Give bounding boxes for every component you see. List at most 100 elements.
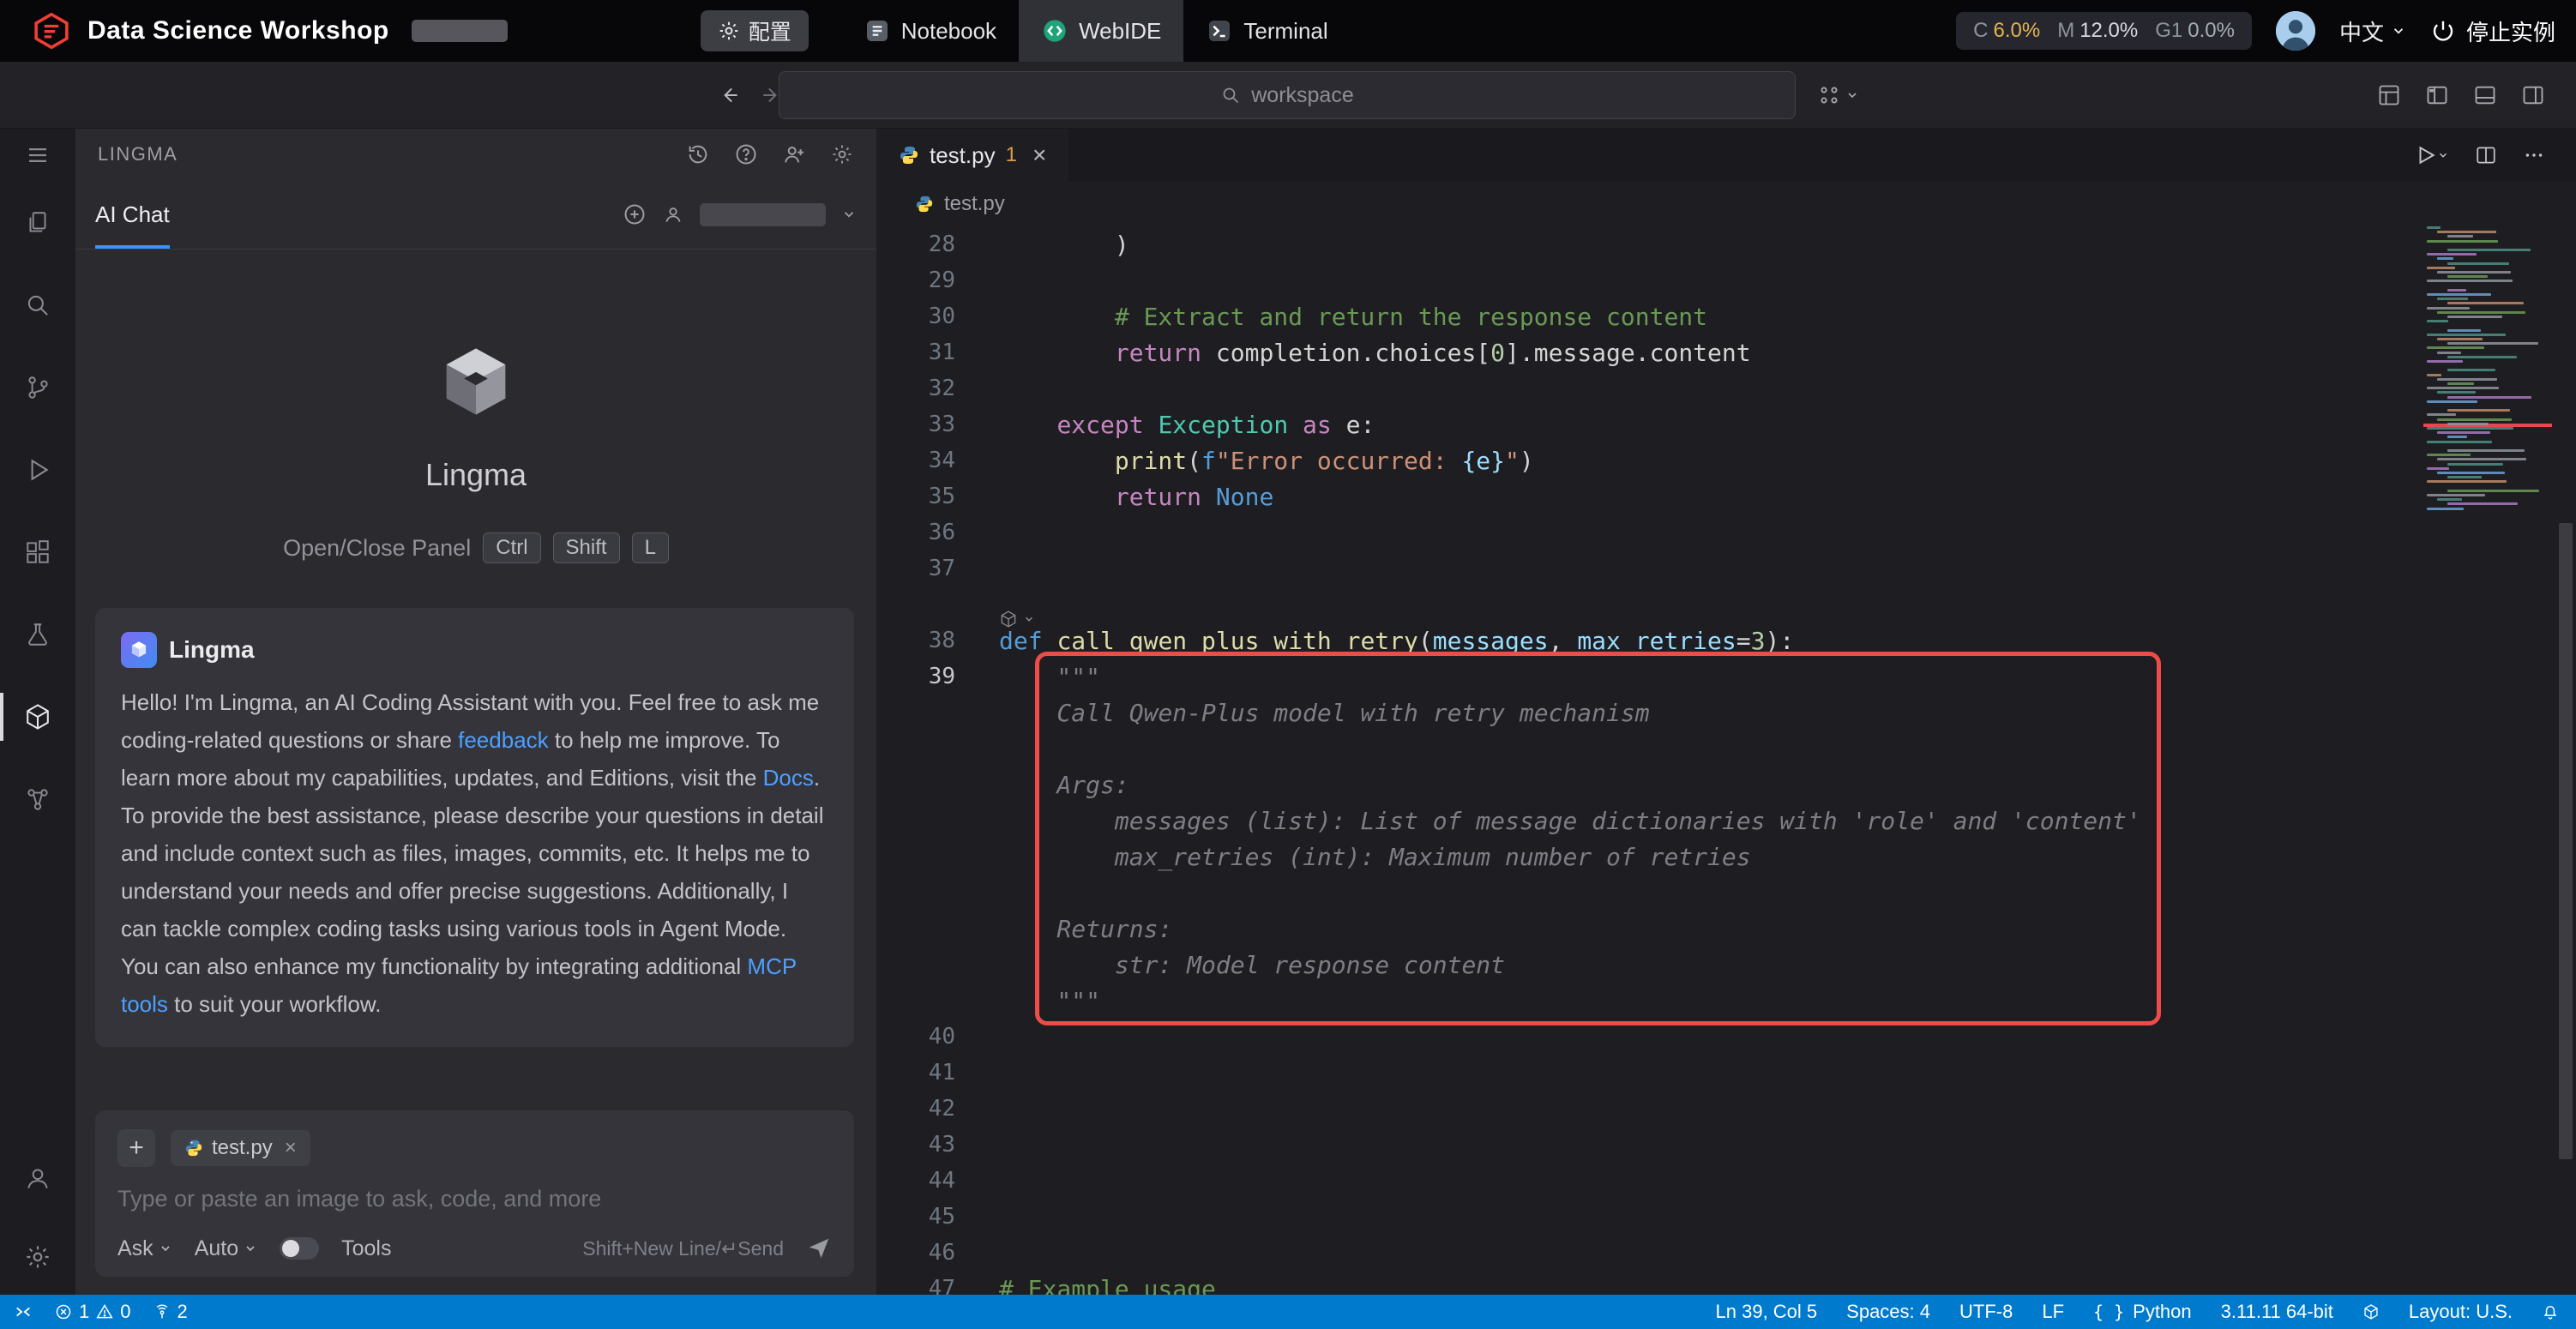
code-row[interactable]: Args:: [876, 767, 2422, 803]
docs-link[interactable]: Docs: [763, 765, 814, 791]
new-chat-icon[interactable]: [623, 202, 647, 226]
context-chip-testpy[interactable]: test.py ×: [171, 1130, 310, 1166]
toggle-primary-sidebar-icon[interactable]: [2425, 83, 2449, 107]
more-actions-icon[interactable]: [2523, 144, 2545, 166]
customize-layout-icon[interactable]: [2377, 83, 2401, 107]
code-row[interactable]: """: [876, 983, 2422, 1019]
chevron-down-icon[interactable]: [841, 207, 857, 222]
code-row[interactable]: 28 ): [876, 226, 2422, 262]
code-row[interactable]: [876, 731, 2422, 767]
line-number-gutter[interactable]: 34: [876, 448, 955, 473]
encoding[interactable]: UTF-8: [1959, 1301, 2013, 1323]
lingma-codelens[interactable]: [999, 610, 1035, 628]
editor-tab-testpy[interactable]: test.py 1 ×: [876, 129, 1068, 182]
code-row[interactable]: Call Qwen-Plus model with retry mechanis…: [876, 695, 2422, 731]
code-row[interactable]: 29: [876, 262, 2422, 298]
code-row[interactable]: 34 print(f"Error occurred: {e}"): [876, 442, 2422, 478]
help-icon[interactable]: [734, 142, 758, 166]
config-button[interactable]: 配置: [701, 10, 809, 51]
back-button[interactable]: [719, 84, 741, 106]
code-row[interactable]: 43: [876, 1127, 2422, 1163]
attach-button[interactable]: +: [117, 1129, 155, 1167]
code-row[interactable]: 31 return completion.choices[0].message.…: [876, 334, 2422, 370]
feedback-link[interactable]: feedback: [458, 727, 549, 753]
line-number-gutter[interactable]: 45: [876, 1204, 955, 1230]
code-row[interactable]: 46: [876, 1235, 2422, 1271]
editor-scrollbar[interactable]: [2559, 523, 2573, 1159]
code-row[interactable]: 47# Example usage: [876, 1271, 2422, 1295]
code-row[interactable]: max_retries (int): Maximum number of ret…: [876, 839, 2422, 875]
language-switcher[interactable]: 中文: [2339, 15, 2406, 47]
line-number-gutter[interactable]: 40: [876, 1024, 955, 1049]
python-interpreter[interactable]: 3.11.11 64-bit: [2221, 1301, 2333, 1323]
notifications-bell-icon[interactable]: [2542, 1303, 2559, 1320]
cursor-position[interactable]: Ln 39, Col 5: [1716, 1301, 1818, 1323]
code-row[interactable]: 36: [876, 514, 2422, 550]
settings-gear-icon[interactable]: [0, 1219, 75, 1295]
line-number-gutter[interactable]: 35: [876, 484, 955, 509]
code-row[interactable]: 35 return None: [876, 478, 2422, 514]
run-debug-icon[interactable]: [0, 429, 75, 511]
code-row[interactable]: 42: [876, 1091, 2422, 1127]
keyboard-layout[interactable]: Layout: U.S.: [2409, 1301, 2513, 1323]
ports-indicator[interactable]: 2: [153, 1301, 188, 1323]
send-button[interactable]: [806, 1236, 832, 1261]
composer-input[interactable]: Type or paste an image to ask, code, and…: [117, 1186, 832, 1212]
panel-settings-icon[interactable]: [830, 142, 854, 166]
code-rows[interactable]: 28 ) 29 30 # Extract and return the respon…: [876, 226, 2422, 1295]
line-number-gutter[interactable]: 44: [876, 1168, 955, 1194]
code-row[interactable]: 39 """: [876, 658, 2422, 695]
toggle-secondary-sidebar-icon[interactable]: [2521, 83, 2545, 107]
code-row[interactable]: 38def call_qwen_plus_with_retry(messages…: [876, 622, 2422, 658]
code-row[interactable]: 37: [876, 550, 2422, 586]
line-number-gutter[interactable]: 37: [876, 556, 955, 581]
indentation[interactable]: Spaces: 4: [1846, 1301, 1930, 1323]
line-number-gutter[interactable]: 32: [876, 376, 955, 401]
language-mode[interactable]: { }Python: [2093, 1301, 2192, 1323]
remote-indicator[interactable]: [14, 1302, 33, 1321]
minimap[interactable]: [2423, 226, 2552, 586]
account-icon[interactable]: [0, 1137, 75, 1219]
tab-terminal[interactable]: Terminal: [1183, 0, 1350, 62]
mode-dropdown[interactable]: Ask: [117, 1236, 172, 1261]
tab-ai-chat[interactable]: AI Chat: [95, 180, 170, 249]
code-row[interactable]: 44: [876, 1163, 2422, 1199]
line-number-gutter[interactable]: 29: [876, 268, 955, 293]
line-number-gutter[interactable]: 30: [876, 304, 955, 329]
run-button[interactable]: [2415, 144, 2449, 166]
line-number-gutter[interactable]: 28: [876, 232, 955, 257]
line-number-gutter[interactable]: 41: [876, 1060, 955, 1085]
explorer-icon[interactable]: [0, 182, 75, 264]
close-tab-icon[interactable]: ×: [1032, 141, 1046, 169]
model-dropdown[interactable]: Auto: [195, 1236, 257, 1261]
source-control-icon[interactable]: [0, 346, 75, 429]
code-row[interactable]: str: Model response content: [876, 947, 2422, 983]
code-row[interactable]: 30 # Extract and return the response con…: [876, 298, 2422, 334]
line-number-gutter[interactable]: 42: [876, 1096, 955, 1122]
code-row[interactable]: 40: [876, 1019, 2422, 1055]
eol-sequence[interactable]: LF: [2042, 1301, 2064, 1323]
toggle-panel-icon[interactable]: [2473, 83, 2497, 107]
code-row[interactable]: [876, 875, 2422, 911]
code-row[interactable]: 45: [876, 1199, 2422, 1235]
testing-beaker-icon[interactable]: [0, 593, 75, 676]
tools-toggle[interactable]: [280, 1237, 319, 1260]
tab-notebook[interactable]: Notebook: [841, 0, 1019, 62]
lingma-status-icon[interactable]: [2362, 1303, 2380, 1320]
line-number-gutter[interactable]: 36: [876, 520, 955, 545]
code-row[interactable]: [876, 586, 2422, 622]
code-row[interactable]: 41: [876, 1055, 2422, 1091]
menu-hamburger-icon[interactable]: [0, 129, 75, 182]
stop-instance-button[interactable]: 停止实例: [2430, 15, 2555, 47]
extensions-icon[interactable]: [0, 511, 75, 593]
history-icon[interactable]: [686, 142, 710, 166]
line-number-gutter[interactable]: 33: [876, 412, 955, 437]
invite-user-icon[interactable]: [782, 142, 806, 166]
chip-close-icon[interactable]: ×: [285, 1136, 297, 1160]
user-avatar[interactable]: [2276, 11, 2315, 51]
line-number-gutter[interactable]: 39: [876, 664, 955, 689]
line-number-gutter[interactable]: 47: [876, 1276, 955, 1295]
problems-indicator[interactable]: 1 0: [55, 1301, 131, 1323]
session-user-icon[interactable]: [662, 203, 684, 226]
search-view-icon[interactable]: [0, 264, 75, 346]
